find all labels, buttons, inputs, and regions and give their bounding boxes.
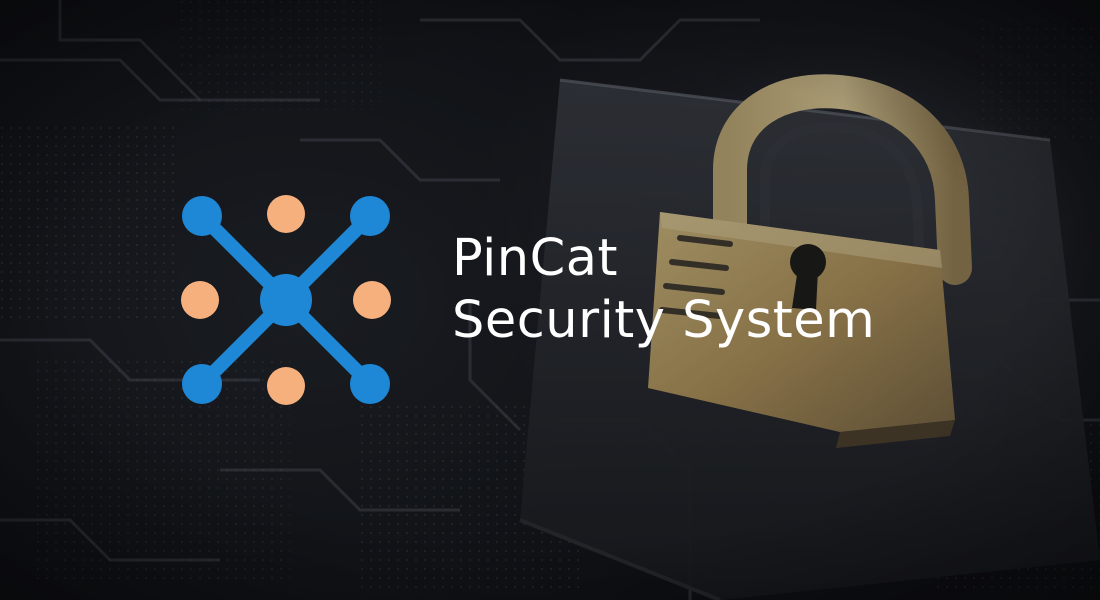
banner: PinCat Security System	[0, 0, 1100, 600]
brand-title: PinCat Security System	[452, 228, 875, 352]
brand-tagline: Security System	[452, 291, 876, 350]
x-network-icon	[181, 195, 391, 405]
brand-name: PinCat	[452, 229, 618, 288]
